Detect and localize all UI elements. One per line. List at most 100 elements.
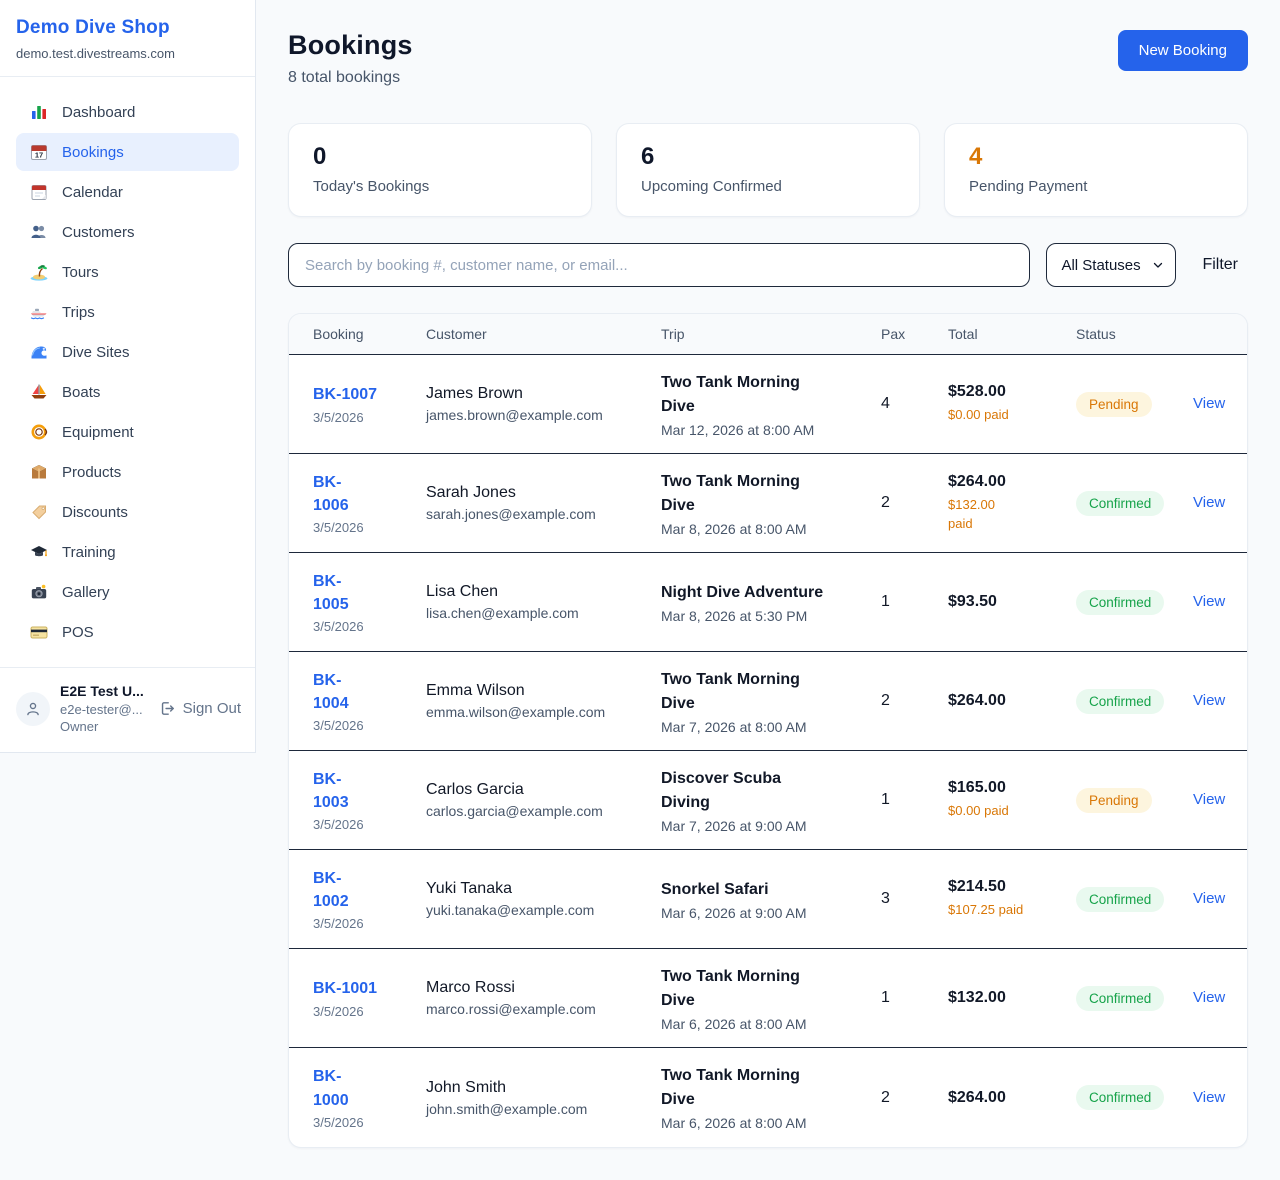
view-link[interactable]: View (1193, 395, 1225, 412)
sidebar-item-discounts[interactable]: Discounts (16, 493, 239, 531)
booking-id-link[interactable]: BK- 1002 (313, 867, 416, 913)
total-amount: $214.50 (948, 878, 1066, 896)
user-name: E2E Test U... (60, 682, 144, 701)
package-icon (29, 462, 49, 482)
diving-mask-icon (29, 422, 49, 442)
booking-id-link[interactable]: BK- 1003 (313, 768, 416, 814)
sidebar-item-training[interactable]: Training (16, 533, 239, 571)
user-box: E2E Test U... e2e-tester@... Owner Sign … (0, 667, 255, 752)
sidebar-item-bookings[interactable]: 17 Bookings (16, 133, 239, 171)
trip-name: Two Tank Morning Dive (661, 371, 871, 419)
sidebar-item-dive-sites[interactable]: Dive Sites (16, 333, 239, 371)
view-link[interactable]: View (1193, 890, 1225, 907)
booking-id-link[interactable]: BK- 1004 (313, 669, 416, 715)
speedboat-icon (29, 302, 49, 322)
pax-count: 3 (881, 890, 948, 908)
customer-email: emma.wilson@example.com (426, 704, 651, 720)
brand: Demo Dive Shop demo.test.divestreams.com (0, 0, 255, 77)
stat-label: Today's Bookings (313, 178, 567, 195)
view-link[interactable]: View (1193, 989, 1225, 1006)
booking-date: 3/5/2026 (313, 817, 416, 832)
sidebar-item-trips[interactable]: Trips (16, 293, 239, 331)
sidebar-item-pos[interactable]: POS (16, 613, 239, 651)
logout-icon (159, 700, 176, 717)
total-amount: $528.00 (948, 383, 1066, 401)
table-row: BK-1001 3/5/2026 Marco Rossi marco.rossi… (289, 949, 1247, 1048)
customer-name: Yuki Tanaka (426, 880, 651, 898)
sign-out-button[interactable]: Sign Out (159, 700, 241, 717)
trip-name: Discover Scuba Diving (661, 767, 871, 815)
status-badge: Pending (1076, 392, 1152, 417)
customer-email: yuki.tanaka@example.com (426, 902, 651, 918)
total-amount: $165.00 (948, 779, 1066, 797)
brand-domain: demo.test.divestreams.com (16, 46, 239, 61)
table-row: BK- 1002 3/5/2026 Yuki Tanaka yuki.tanak… (289, 850, 1247, 949)
trip-name: Two Tank Morning Dive (661, 965, 871, 1013)
sidebar-item-dashboard[interactable]: Dashboard (16, 93, 239, 131)
sidebar-item-tours[interactable]: Tours (16, 253, 239, 291)
sidebar-item-gallery[interactable]: Gallery (16, 573, 239, 611)
booking-id-link[interactable]: BK- 1000 (313, 1065, 416, 1111)
status-badge: Confirmed (1076, 887, 1164, 912)
page-subtitle: 8 total bookings (288, 69, 413, 87)
column-header-total: Total (948, 326, 1076, 342)
status-select[interactable]: All Statuses (1046, 243, 1176, 287)
paid-amount: $132.00 paid (948, 495, 1066, 534)
customer-email: lisa.chen@example.com (426, 605, 651, 621)
table-row: BK- 1003 3/5/2026 Carlos Garcia carlos.g… (289, 751, 1247, 850)
view-link[interactable]: View (1193, 494, 1225, 511)
sidebar-item-customers[interactable]: Customers (16, 213, 239, 251)
view-link[interactable]: View (1193, 791, 1225, 808)
bookings-table: BookingCustomerTripPaxTotalStatus BK-100… (288, 313, 1248, 1148)
column-header-status: Status (1076, 326, 1193, 342)
sidebar-item-calendar[interactable]: Calendar (16, 173, 239, 211)
booking-id-link[interactable]: BK- 1005 (313, 570, 416, 616)
trip-name: Two Tank Morning Dive (661, 470, 871, 518)
brand-title[interactable]: Demo Dive Shop (16, 17, 239, 39)
booking-date: 3/5/2026 (313, 718, 416, 733)
column-header-trip: Trip (661, 326, 881, 342)
stat-value: 6 (641, 143, 895, 171)
customer-name: James Brown (426, 385, 651, 403)
stats-row: 0Today's Bookings6Upcoming Confirmed4Pen… (288, 123, 1248, 217)
sidebar-item-boats[interactable]: Boats (16, 373, 239, 411)
pax-count: 1 (881, 989, 948, 1007)
booking-id-link[interactable]: BK- 1006 (313, 471, 416, 517)
total-amount: $132.00 (948, 989, 1066, 1007)
sign-out-label: Sign Out (183, 700, 241, 717)
pax-count: 2 (881, 494, 948, 512)
table-header: BookingCustomerTripPaxTotalStatus (289, 314, 1247, 355)
search-input[interactable] (288, 243, 1030, 287)
customer-email: marco.rossi@example.com (426, 1001, 651, 1017)
trip-name: Two Tank Morning Dive (661, 1064, 871, 1112)
main-content: Bookings 8 total bookings New Booking 0T… (256, 0, 1280, 1180)
calendar-date-icon: 17 (29, 142, 49, 162)
customer-name: John Smith (426, 1079, 651, 1097)
view-link[interactable]: View (1193, 1089, 1225, 1106)
booking-date: 3/5/2026 (313, 916, 416, 931)
avatar (16, 692, 50, 726)
view-link[interactable]: View (1193, 692, 1225, 709)
sidebar-item-equipment[interactable]: Equipment (16, 413, 239, 451)
wave-icon (29, 342, 49, 362)
booking-id-link[interactable]: BK-1001 (313, 977, 416, 1000)
table-row: BK-1007 3/5/2026 James Brown james.brown… (289, 355, 1247, 454)
trip-name: Snorkel Safari (661, 878, 871, 902)
trip-time: Mar 8, 2026 at 8:00 AM (661, 521, 871, 537)
column-header-booking: Booking (313, 326, 426, 342)
stat-card-pending-payment: 4Pending Payment (944, 123, 1248, 217)
customer-email: james.brown@example.com (426, 407, 651, 423)
status-badge: Confirmed (1076, 689, 1164, 714)
customer-email: carlos.garcia@example.com (426, 803, 651, 819)
table-row: BK- 1004 3/5/2026 Emma Wilson emma.wilso… (289, 652, 1247, 751)
person-icon (24, 700, 42, 718)
booking-id-link[interactable]: BK-1007 (313, 383, 416, 406)
status-badge: Confirmed (1076, 590, 1164, 615)
trip-time: Mar 12, 2026 at 8:00 AM (661, 422, 871, 438)
table-body: BK-1007 3/5/2026 James Brown james.brown… (289, 355, 1247, 1147)
view-link[interactable]: View (1193, 593, 1225, 610)
sidebar-item-products[interactable]: Products (16, 453, 239, 491)
booking-date: 3/5/2026 (313, 1004, 416, 1019)
filter-button[interactable]: Filter (1192, 256, 1248, 274)
new-booking-button[interactable]: New Booking (1118, 30, 1248, 71)
